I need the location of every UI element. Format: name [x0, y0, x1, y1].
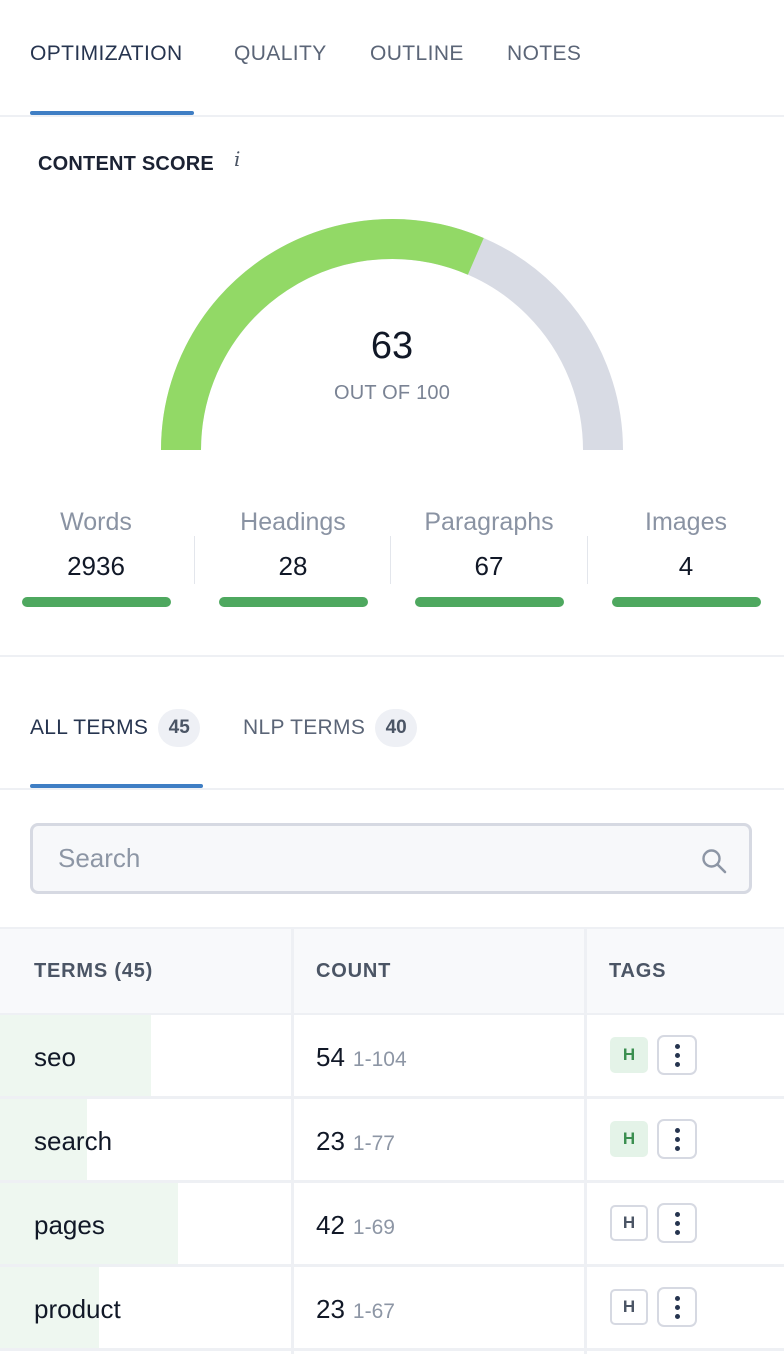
- table-row[interactable]: seo 54 1-104 H: [0, 1015, 784, 1099]
- term-name: product: [34, 1294, 121, 1324]
- header-count[interactable]: COUNT: [316, 960, 391, 983]
- stat-divider: [390, 536, 391, 584]
- dot: [674, 1136, 680, 1142]
- heading-tag[interactable]: H: [610, 1289, 648, 1325]
- count-range: 1-69: [352, 1216, 395, 1239]
- content-score-title: CONTENT SCORE: [38, 153, 214, 175]
- column-divider: [291, 929, 294, 1354]
- top-tab-bar: OPTIMIZATION QUALITY OUTLINE NOTES: [0, 0, 784, 117]
- stat-progress-bar: [22, 597, 171, 607]
- count-range: 1-104: [352, 1048, 407, 1071]
- table-row[interactable]: product 23 1-67 H: [0, 1267, 784, 1351]
- stat-value: 67: [474, 551, 504, 581]
- stat-progress-bar: [219, 597, 368, 607]
- count-badge: 45: [158, 709, 201, 747]
- table-row[interactable]: search 23 1-77 H: [0, 1099, 784, 1183]
- tab-optimization[interactable]: OPTIMIZATION: [30, 42, 183, 66]
- stat-value: 4: [678, 551, 694, 581]
- count-range: 1-67: [352, 1300, 395, 1323]
- table-row[interactable]: pages 42 1-69 H: [0, 1183, 784, 1267]
- tab-nlp-terms[interactable]: NLP TERMS 40: [243, 709, 418, 747]
- more-options-button[interactable]: [657, 1287, 697, 1327]
- term-count: 23 1-77: [316, 1126, 395, 1157]
- score-value: 63: [370, 325, 414, 367]
- header-terms[interactable]: TERMS (45): [34, 960, 153, 983]
- count-value: 23: [316, 1294, 345, 1324]
- header-tags[interactable]: TAGS: [609, 960, 666, 983]
- more-options-button[interactable]: [657, 1119, 697, 1159]
- dot: [674, 1211, 680, 1217]
- dot: [674, 1061, 680, 1067]
- dot: [674, 1220, 680, 1226]
- dot: [674, 1043, 680, 1049]
- term-name: pages: [34, 1210, 105, 1240]
- count-badge: 40: [375, 709, 418, 747]
- tab-quality[interactable]: QUALITY: [234, 42, 327, 66]
- column-divider: [584, 929, 587, 1354]
- dot: [674, 1295, 680, 1301]
- term-count: 23 1-67: [316, 1294, 395, 1325]
- more-options-button[interactable]: [657, 1035, 697, 1075]
- stat-label: Paragraphs: [424, 508, 554, 536]
- stat-label: Words: [60, 508, 132, 536]
- term-tab-bar: ALL TERMS 45 NLP TERMS 40: [0, 657, 784, 790]
- active-tab-indicator: [30, 784, 203, 788]
- active-tab-indicator: [30, 111, 194, 115]
- score-subtitle: OUT OF 100: [333, 382, 451, 404]
- dot: [674, 1127, 680, 1133]
- heading-tag[interactable]: H: [610, 1121, 648, 1157]
- stat-label: Headings: [240, 508, 346, 536]
- stat-images: Images 4: [611, 508, 761, 582]
- search-icon[interactable]: [701, 848, 727, 874]
- search-input[interactable]: [58, 826, 678, 891]
- tab-label: ALL TERMS: [30, 716, 149, 739]
- dot: [674, 1229, 680, 1235]
- tab-all-terms[interactable]: ALL TERMS 45: [30, 709, 201, 747]
- heading-tag[interactable]: H: [610, 1037, 648, 1073]
- search-box: [30, 823, 752, 894]
- count-value: 23: [316, 1126, 345, 1156]
- stat-headings: Headings 28: [218, 508, 368, 582]
- count-value: 54: [316, 1042, 345, 1072]
- stat-words: Words 2936: [21, 508, 171, 582]
- term-count: 42 1-69: [316, 1210, 395, 1241]
- stat-progress-bar: [612, 597, 761, 607]
- term-name: seo: [34, 1042, 76, 1072]
- heading-tag[interactable]: H: [610, 1205, 648, 1241]
- stat-value: 2936: [67, 551, 125, 581]
- dot: [674, 1313, 680, 1319]
- info-icon[interactable]: i: [234, 147, 240, 171]
- count-range: 1-77: [352, 1132, 395, 1155]
- tab-outline[interactable]: OUTLINE: [370, 42, 464, 66]
- tab-notes[interactable]: NOTES: [507, 42, 581, 66]
- stat-divider: [194, 536, 195, 584]
- term-name: search: [34, 1126, 113, 1156]
- stat-progress-bar: [415, 597, 564, 607]
- table-header: TERMS (45) COUNT TAGS: [0, 929, 784, 1015]
- dot: [674, 1304, 680, 1310]
- stat-divider: [587, 536, 588, 584]
- tab-label: NLP TERMS: [243, 716, 366, 739]
- dot: [674, 1052, 680, 1058]
- more-options-button[interactable]: [657, 1203, 697, 1243]
- count-value: 42: [316, 1210, 345, 1240]
- terms-table: TERMS (45) COUNT TAGS seo 54 1-104 H sear…: [0, 927, 784, 1354]
- term-count: 54 1-104: [316, 1042, 407, 1073]
- stat-value: 28: [278, 551, 308, 581]
- dot: [674, 1145, 680, 1151]
- stat-paragraphs: Paragraphs 67: [414, 508, 564, 582]
- stat-label: Images: [645, 508, 727, 536]
